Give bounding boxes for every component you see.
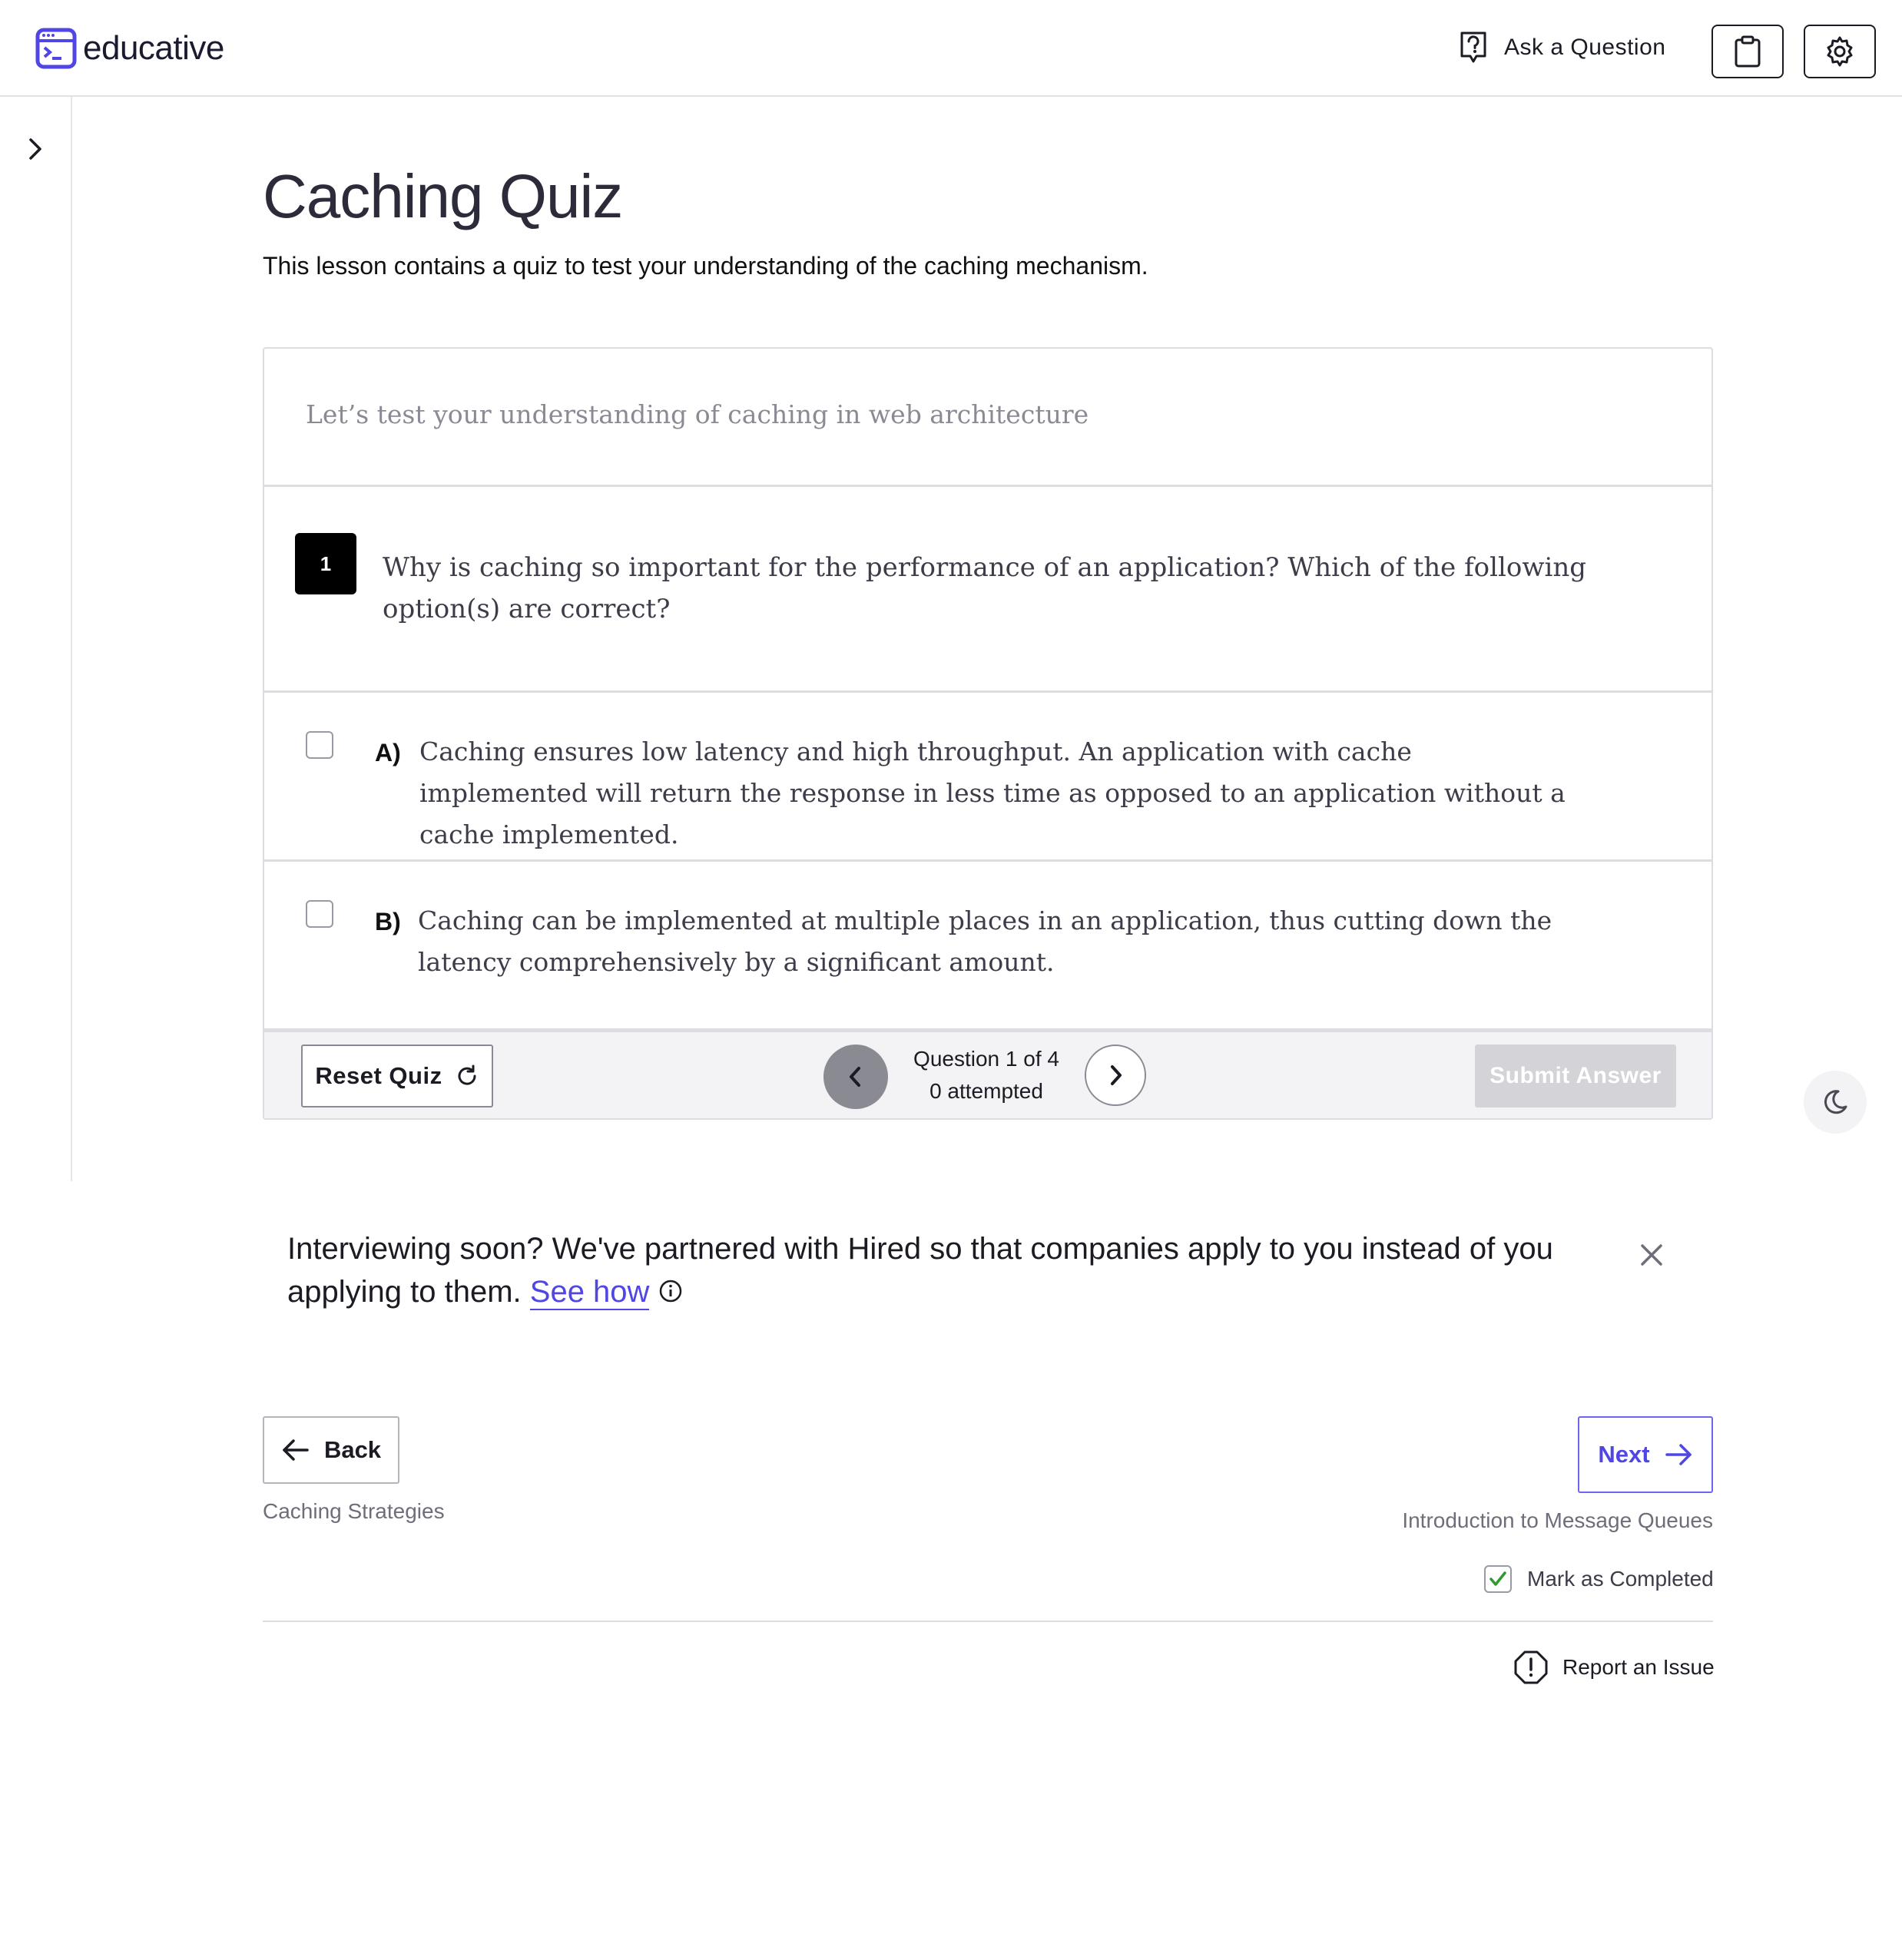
previous-lesson-title[interactable]: Caching Strategies <box>263 1499 445 1524</box>
educative-logo[interactable]: educative <box>35 28 224 69</box>
back-button[interactable]: Back <box>263 1416 399 1484</box>
gear-icon <box>1827 36 1853 67</box>
arrow-right-icon <box>1665 1444 1692 1465</box>
reset-quiz-button[interactable]: Reset Quiz <box>301 1045 493 1107</box>
option-b-letter: B) <box>375 908 401 935</box>
next-question-button[interactable] <box>1085 1045 1146 1106</box>
option-a-checkbox[interactable] <box>306 731 333 759</box>
back-label: Back <box>323 1436 382 1463</box>
submit-answer-button[interactable]: Submit Answer <box>1475 1045 1676 1107</box>
option-a-letter: A) <box>375 739 401 766</box>
question-row: 1 Why is caching so important for the pe… <box>264 487 1711 693</box>
option-b-text: Caching can be implemented at multiple p… <box>418 906 1552 977</box>
footer-divider <box>263 1621 1713 1622</box>
page-subtitle: This lesson contains a quiz to test your… <box>263 252 1148 280</box>
next-lesson-title[interactable]: Introduction to Message Queues <box>1244 1508 1713 1533</box>
dark-mode-toggle[interactable] <box>1804 1071 1867 1134</box>
option-a-text: Caching ensures low latency and high thr… <box>419 737 1566 849</box>
see-how-link[interactable]: See how <box>529 1275 650 1310</box>
question-number-badge: 1 <box>295 533 356 594</box>
expand-sidebar-button[interactable] <box>23 134 46 168</box>
question-counter: Question 1 of 4 0 attempted <box>894 1043 1079 1107</box>
promo-text: Interviewing soon? We've partnered with … <box>287 1232 1553 1309</box>
page-title: Caching Quiz <box>263 162 623 230</box>
quiz-footer: Reset Quiz Question 1 of 4 0 attempted S… <box>264 1031 1711 1118</box>
close-promo-button[interactable] <box>1636 1240 1667 1274</box>
help-icon <box>1460 31 1486 63</box>
notes-button[interactable] <box>1711 25 1784 78</box>
mark-completed-label: Mark as Completed <box>1527 1567 1714 1591</box>
info-icon <box>659 1280 681 1303</box>
chevron-right-icon <box>1111 1065 1122 1085</box>
clipboard-icon <box>1735 35 1761 68</box>
ask-question-button[interactable]: Ask a Question <box>1458 31 1665 65</box>
moon-icon <box>1824 1090 1847 1114</box>
logo-icon <box>35 28 77 69</box>
arrow-left-icon <box>283 1439 309 1461</box>
mark-completed-checkbox[interactable] <box>1484 1565 1512 1593</box>
question-counter-attempted: 0 attempted <box>929 1079 1043 1103</box>
refresh-icon <box>458 1064 476 1085</box>
alert-octagon-icon <box>1514 1650 1548 1684</box>
close-icon <box>1641 1244 1662 1266</box>
next-button[interactable]: Next <box>1578 1416 1713 1493</box>
option-b[interactable]: B) Caching can be implemented at multipl… <box>264 862 1711 1031</box>
report-issue-label: Report an Issue <box>1562 1655 1715 1679</box>
hired-promo-banner: Interviewing soon? We've partnered with … <box>287 1227 1609 1313</box>
check-icon <box>1489 1571 1506 1586</box>
report-issue-button[interactable]: Report an Issue <box>1513 1650 1715 1685</box>
quiz-intro: Let’s test your understanding of caching… <box>264 349 1711 487</box>
option-b-checkbox[interactable] <box>306 900 333 928</box>
question-counter-position: Question 1 of 4 <box>913 1047 1059 1071</box>
collapsed-sidebar <box>0 97 72 1181</box>
question-text: Why is caching so important for the perf… <box>383 552 1587 624</box>
chevron-right-icon <box>29 138 41 160</box>
reset-quiz-label: Reset Quiz <box>315 1062 442 1089</box>
chevron-left-icon <box>850 1067 860 1087</box>
ask-question-label: Ask a Question <box>1504 35 1666 60</box>
top-header: educative Ask a Question <box>0 0 1902 97</box>
settings-button[interactable] <box>1804 25 1876 78</box>
quiz-card: Let’s test your understanding of caching… <box>263 347 1713 1120</box>
previous-question-button[interactable] <box>823 1045 888 1109</box>
mark-completed[interactable]: Mark as Completed <box>1484 1565 1714 1593</box>
next-label: Next <box>1598 1441 1650 1468</box>
option-a[interactable]: A) Caching ensures low latency and high … <box>264 693 1711 862</box>
logo-text: educative <box>83 29 224 67</box>
